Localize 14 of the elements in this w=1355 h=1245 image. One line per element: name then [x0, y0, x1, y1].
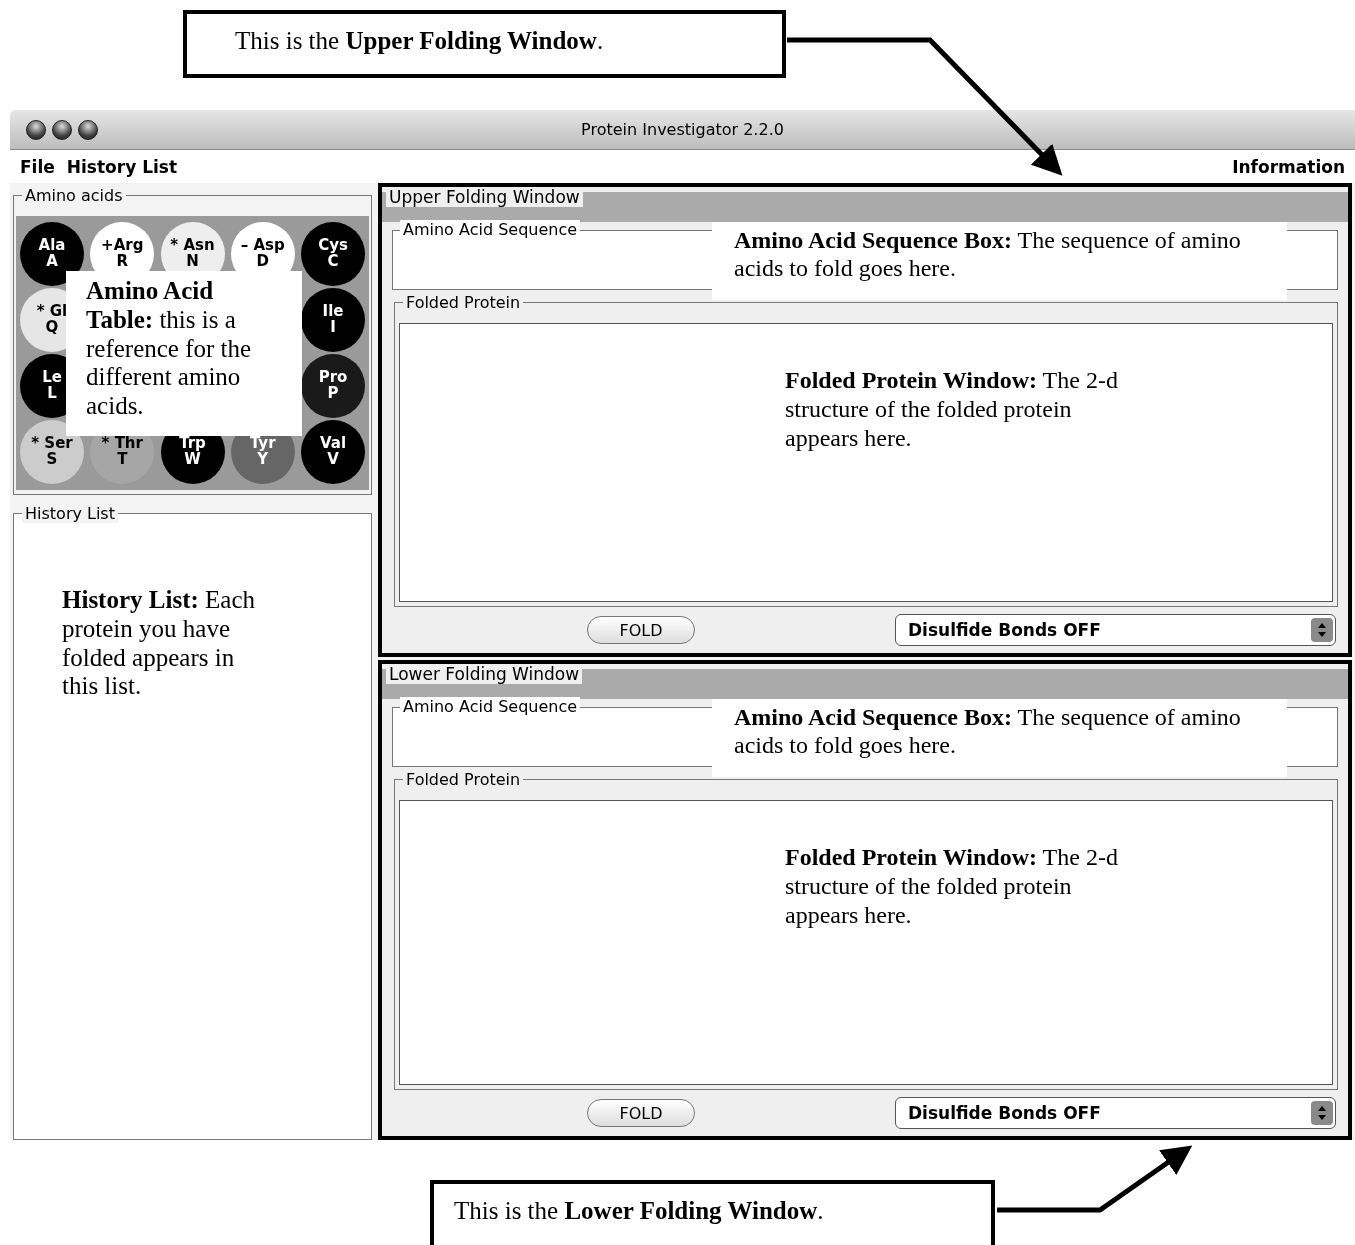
- annotation-text: History List: Each protein you have folded appears in this list.: [62, 586, 256, 701]
- callout: This is the Lower Folding Window.: [430, 1180, 995, 1245]
- annotation-tooltip: Amino Acid Sequence Box: The sequence of amino acids to fold goes here.: [712, 222, 1287, 300]
- callout: This is the Upper Folding Window.: [183, 10, 786, 78]
- group-title: Lower Folding Window: [386, 664, 583, 685]
- annotation-text: Folded Protein Window: The 2-d structure of the folded protein appears here.: [785, 843, 1119, 930]
- group-title: Upper Folding Window: [386, 187, 583, 208]
- group-title: History List: [22, 504, 118, 524]
- field-label: Amino Acid Sequence: [400, 697, 581, 717]
- annotation-text: Folded Protein Window: The 2-d structure of the folded protein appears here.: [785, 366, 1119, 453]
- window-title: Protein Investigator 2.2.0: [581, 120, 784, 140]
- annotation-tooltip: Amino Acid Sequence Box: The sequence of amino acids to fold goes here.: [712, 699, 1287, 777]
- field-label: Amino Acid Sequence: [400, 220, 581, 240]
- annotation-tooltip: Amino Acid Table: this is a reference for the different amino acids.: [66, 271, 302, 436]
